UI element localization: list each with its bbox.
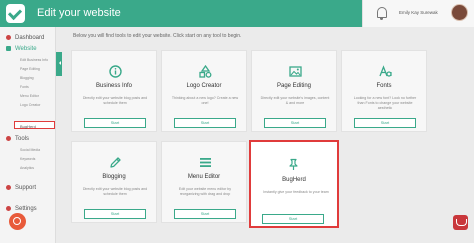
sidebar-item-label: Website <box>15 46 37 53</box>
sidebar-subitem-keywords[interactable]: Keywords <box>20 157 35 161</box>
tool-card-blogging: Blogging Directly edit your website blog… <box>71 141 157 223</box>
start-button[interactable]: Start <box>84 209 146 219</box>
card-title: Page Editing <box>276 83 312 89</box>
sidebar-item-label: Settings <box>15 206 37 213</box>
sidebar-subitem-business-info[interactable]: Edit Business Info <box>20 58 48 62</box>
shapes-icon <box>199 65 212 78</box>
sidebar-item-label: Support <box>15 185 37 192</box>
page-title: Edit your website <box>37 7 121 19</box>
sidebar-item-support[interactable]: Support <box>6 185 36 191</box>
website-icon <box>6 46 11 51</box>
dashboard-icon <box>6 35 11 40</box>
sidebar-subitem-bugherd[interactable]: BugHerd <box>14 121 55 129</box>
card-title: BugHerd <box>282 177 306 183</box>
card-title: Blogging <box>102 174 126 180</box>
sidebar-item-settings[interactable]: Settings <box>6 206 37 212</box>
user-name[interactable]: Emily Kay Surewak <box>399 10 438 15</box>
sidebar-item-tools[interactable]: Tools <box>6 136 29 142</box>
card-description: Directly edit your website's images, con… <box>260 96 330 105</box>
settings-icon <box>6 206 11 211</box>
pencil-icon <box>110 157 121 168</box>
help-chat-button[interactable] <box>9 213 26 230</box>
sidebar-item-label: Tools <box>15 136 30 143</box>
start-button[interactable]: Start <box>354 118 416 128</box>
tool-card-business-info: Business Info Directly edit your website… <box>71 50 157 132</box>
start-button[interactable]: Start <box>174 118 236 128</box>
tools-icon <box>6 136 11 141</box>
sidebar-item-label: Dashboard <box>15 35 45 42</box>
card-title: Fonts <box>376 83 392 89</box>
sidebar-subitem-menu-editor[interactable]: Menu Editor <box>20 94 39 98</box>
start-button[interactable]: Start <box>174 209 236 219</box>
feedback-icon[interactable] <box>453 215 468 230</box>
sidebar-subitem-logo-creator[interactable]: Logo Creator <box>20 103 40 107</box>
tool-card-page-editing: Page Editing Directly edit your website'… <box>251 50 337 132</box>
card-title: Logo Creator <box>186 83 222 89</box>
card-description: Looking for a new font? Look no further … <box>353 96 417 110</box>
card-description: Thinking about a new logo? Create a new … <box>171 96 239 105</box>
info-icon <box>109 65 122 78</box>
font-icon <box>379 65 392 77</box>
start-button[interactable]: Start <box>264 118 326 128</box>
sidebar-collapse-handle[interactable] <box>56 52 62 76</box>
sidebar-subitem-social-media[interactable]: Social Media <box>20 148 40 152</box>
card-title: Business Info <box>95 83 133 89</box>
app-logo-icon[interactable] <box>6 4 25 23</box>
tool-card-bugherd: BugHerd Instantly give your feedback to … <box>249 140 339 228</box>
sidebar-subitem-analytics[interactable]: Analytics <box>20 166 34 170</box>
card-description: Directly edit your website blog posts an… <box>82 187 148 196</box>
image-icon <box>289 66 302 77</box>
bell-icon[interactable] <box>377 7 387 20</box>
pin-icon <box>289 158 298 170</box>
sidebar-subitem-blogging[interactable]: Blogging <box>20 76 34 80</box>
tool-card-menu-editor: Menu Editor Edit your website menu edito… <box>161 141 247 223</box>
tool-card-fonts: Fonts Looking for a new font? Look no fu… <box>341 50 427 132</box>
avatar[interactable] <box>451 4 468 21</box>
sidebar-subitem-page-editing[interactable]: Page Editing <box>20 67 40 71</box>
start-button[interactable]: Start <box>262 214 324 224</box>
card-description: Edit your website menu editor by reorgan… <box>178 187 232 196</box>
sidebar-subitem-fonts[interactable]: Fonts <box>20 85 29 89</box>
sidebar-item-website[interactable]: Website <box>6 46 37 52</box>
start-button[interactable]: Start <box>84 118 146 128</box>
support-icon <box>6 185 11 190</box>
intro-text: Below you will find tools to edit your w… <box>73 33 242 39</box>
card-description: Directly edit your website blog posts an… <box>82 96 148 105</box>
tool-card-logo-creator: Logo Creator Thinking about a new logo? … <box>161 50 247 132</box>
card-description: Instantly give your feedback to your tea… <box>263 190 329 194</box>
card-title: Menu Editor <box>187 174 221 180</box>
sidebar-item-dashboard[interactable]: Dashboard <box>6 35 44 41</box>
menu-icon <box>200 158 211 167</box>
